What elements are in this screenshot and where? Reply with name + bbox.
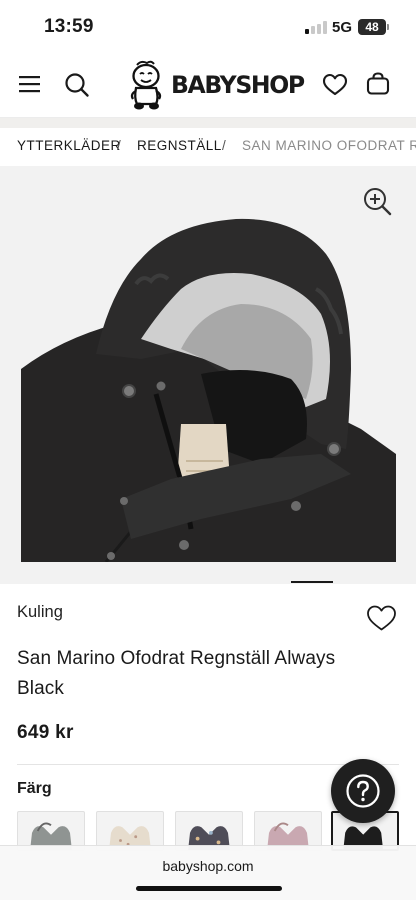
heart-icon[interactable]	[322, 72, 348, 98]
product-brand[interactable]: Kuling	[17, 603, 63, 622]
product-title: San Marino Ofodrat Regnställ Always Blac…	[17, 648, 336, 699]
battery-icon: 48	[358, 19, 389, 35]
favorite-heart-icon[interactable]	[366, 604, 397, 632]
divider	[17, 764, 399, 765]
logo-text: BABYSHOP	[171, 71, 305, 99]
breadcrumb-current: SAN MARINO OFODRAT REGNSTÄLL	[242, 138, 416, 153]
baby-logo-icon	[130, 60, 162, 110]
signal-icon	[305, 21, 327, 34]
status-time: 13:59	[44, 16, 94, 37]
breadcrumb-separator: /	[222, 138, 227, 153]
breadcrumb-separator: /	[117, 138, 122, 153]
breadcrumb: YTTERKLÄDER / REGNSTÄLL / SAN MARINO OFO…	[0, 128, 416, 166]
breadcrumb-item[interactable]: YTTERKLÄDER	[17, 138, 121, 153]
product-gallery[interactable]	[0, 166, 416, 584]
babyshop-logo[interactable]: BABYSHOP	[127, 58, 305, 114]
status-bar: 13:59 5G 48	[0, 0, 416, 52]
search-icon[interactable]	[63, 71, 91, 99]
carousel-indicator	[291, 581, 333, 583]
shopping-bag-icon[interactable]	[365, 71, 391, 97]
question-mark-icon	[346, 774, 380, 808]
site-header: BABYSHOP	[0, 52, 416, 118]
zoom-in-icon[interactable]	[362, 186, 392, 216]
product-image[interactable]	[21, 199, 396, 562]
help-button[interactable]	[331, 759, 395, 823]
home-indicator	[136, 886, 282, 891]
browser-address-bar[interactable]: babyshop.com	[0, 845, 416, 900]
menu-icon[interactable]	[18, 74, 42, 94]
breadcrumb-band	[0, 118, 416, 128]
breadcrumb-item[interactable]: REGNSTÄLL	[137, 138, 222, 153]
product-price: 649 kr	[17, 722, 74, 743]
network-label: 5G	[332, 19, 353, 36]
url-text[interactable]: babyshop.com	[0, 858, 416, 874]
color-label: Färg	[17, 780, 52, 797]
